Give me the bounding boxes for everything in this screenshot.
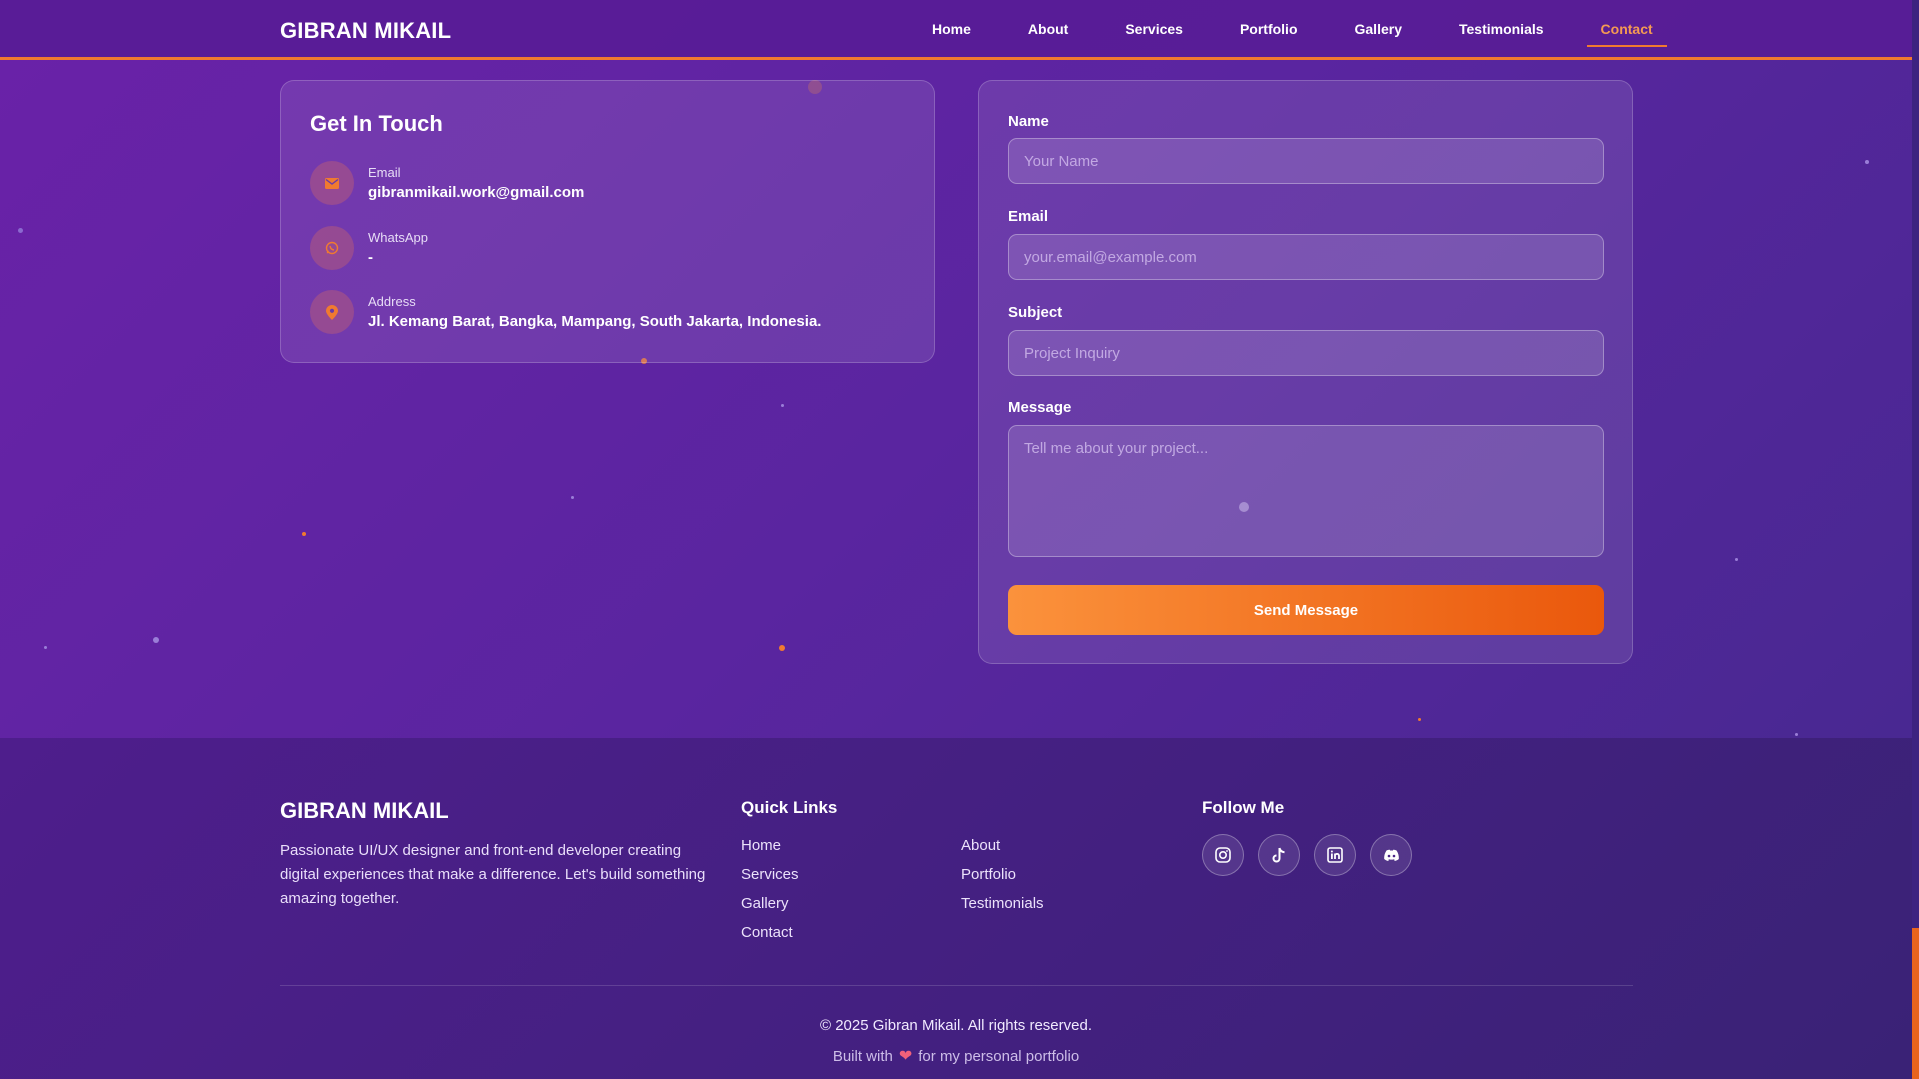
contact-whatsapp-label: WhatsApp xyxy=(368,230,428,245)
brand-logo[interactable]: GIBRAN MIKAIL xyxy=(280,18,451,44)
copyright-text: © 2025 Gibran Mikail. All rights reserve… xyxy=(820,1017,1092,1034)
contact-info-card: Get In Touch Email gibranmikail.work@gma… xyxy=(280,80,935,363)
nav-link-services[interactable]: Services xyxy=(1125,21,1183,37)
footer-link-testimonials[interactable]: Testimonials xyxy=(961,895,1044,912)
email-label: Email xyxy=(1008,208,1049,225)
contact-whatsapp-value: - xyxy=(368,249,373,266)
follow-me-heading: Follow Me xyxy=(1202,798,1285,817)
name-input[interactable] xyxy=(1008,138,1604,184)
top-navbar: GIBRAN MIKAIL Home About Services Portfo… xyxy=(0,0,1912,60)
contact-address-value: Jl. Kemang Barat, Bangka, Mampang, South… xyxy=(368,313,822,330)
footer-link-contact[interactable]: Contact xyxy=(741,924,793,941)
envelope-icon xyxy=(310,161,354,205)
message-textarea[interactable] xyxy=(1008,425,1604,557)
footer-link-about[interactable]: About xyxy=(961,837,1000,854)
footer-brand: GIBRAN MIKAIL xyxy=(280,798,449,823)
contact-email-value[interactable]: gibranmikail.work@gmail.com xyxy=(368,184,584,201)
footer-link-services[interactable]: Services xyxy=(741,866,799,883)
contact-form-card: Name Email Subject Message Send Message xyxy=(978,80,1633,664)
quick-links-heading: Quick Links xyxy=(741,798,838,817)
contact-item-whatsapp: WhatsApp - xyxy=(310,226,428,270)
name-label: Name xyxy=(1008,113,1049,130)
nav-link-about[interactable]: About xyxy=(1028,21,1068,37)
contact-address-label: Address xyxy=(368,294,416,309)
footer-link-gallery[interactable]: Gallery xyxy=(741,895,789,912)
subject-input[interactable] xyxy=(1008,330,1604,376)
email-input[interactable] xyxy=(1008,234,1604,280)
contact-item-email: Email gibranmikail.work@gmail.com xyxy=(310,161,584,205)
heart-icon: ❤ xyxy=(898,1048,913,1065)
footer-link-portfolio[interactable]: Portfolio xyxy=(961,866,1016,883)
footer: GIBRAN MIKAIL Passionate UI/UX designer … xyxy=(0,738,1912,1079)
scrollbar-thumb[interactable] xyxy=(1912,928,1919,1079)
map-pin-icon xyxy=(310,290,354,334)
message-label: Message xyxy=(1008,399,1072,416)
social-links xyxy=(1202,834,1426,876)
built-with-suffix: for my personal portfolio xyxy=(918,1048,1080,1065)
nav-link-home[interactable]: Home xyxy=(932,21,971,37)
nav-link-portfolio[interactable]: Portfolio xyxy=(1240,21,1298,37)
nav-link-gallery[interactable]: Gallery xyxy=(1355,21,1402,37)
nav-links: Home About Services Portfolio Gallery Te… xyxy=(932,21,1710,47)
built-with-prefix: Built with xyxy=(832,1048,893,1065)
instagram-icon[interactable] xyxy=(1202,834,1244,876)
footer-link-home[interactable]: Home xyxy=(741,837,781,854)
page-scrollbar[interactable] xyxy=(1912,0,1919,1079)
contact-item-address: Address Jl. Kemang Barat, Bangka, Mampan… xyxy=(310,290,821,334)
footer-description: Passionate UI/UX designer and front-end … xyxy=(280,842,706,907)
contact-info-title: Get In Touch xyxy=(310,111,443,136)
footer-divider xyxy=(280,985,1633,986)
contact-email-label: Email xyxy=(368,165,401,180)
subject-label: Subject xyxy=(1008,304,1063,321)
send-message-button[interactable]: Send Message xyxy=(1008,585,1604,635)
nav-link-contact[interactable]: Contact xyxy=(1586,21,1667,47)
nav-link-testimonials[interactable]: Testimonials xyxy=(1459,21,1544,37)
linkedin-icon[interactable] xyxy=(1314,834,1356,876)
whatsapp-icon xyxy=(310,226,354,270)
built-with-text: Built with ❤ for my personal portfolio xyxy=(0,1046,1912,1066)
tiktok-icon[interactable] xyxy=(1258,834,1300,876)
discord-icon[interactable] xyxy=(1370,834,1412,876)
